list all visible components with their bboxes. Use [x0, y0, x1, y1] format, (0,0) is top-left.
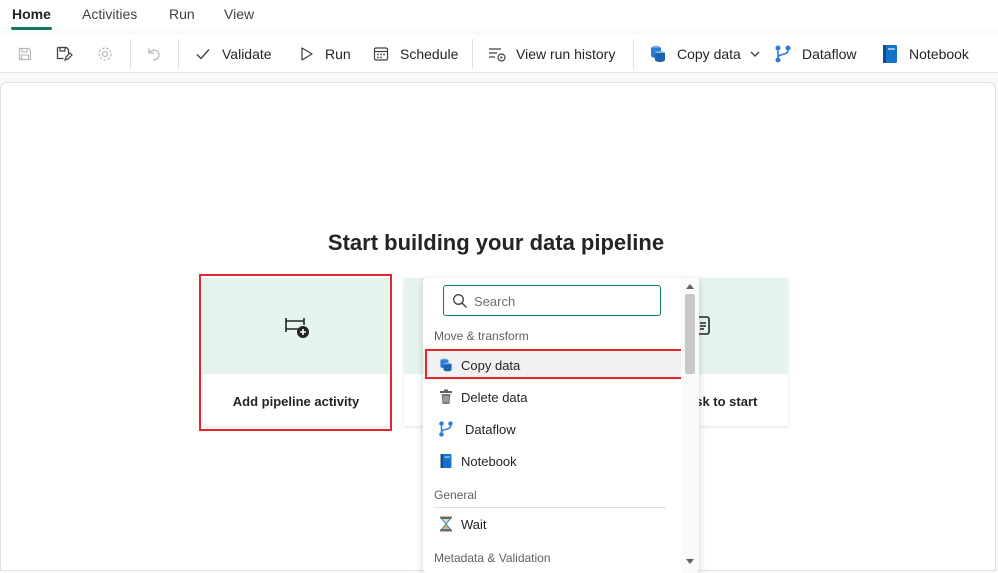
copy-data-label: Copy data: [677, 46, 741, 62]
trash-icon: [437, 388, 455, 406]
schedule-button[interactable]: Schedule: [370, 35, 458, 73]
toolbar-divider: [633, 39, 634, 69]
validate-label: Validate: [222, 46, 272, 62]
highlight-box: [425, 349, 683, 379]
tab-home[interactable]: Home: [12, 6, 51, 22]
search-icon: [452, 293, 468, 314]
menu-item-label: Dataflow: [465, 421, 516, 437]
view-run-history-button[interactable]: View run history: [486, 35, 615, 73]
card-header: [695, 278, 788, 374]
group-label-move-transform: Move & transform: [434, 329, 529, 343]
scroll-up-arrow[interactable]: [686, 284, 694, 289]
validate-button[interactable]: Validate: [192, 35, 272, 73]
ribbon-tabs: Home Activities Run View: [0, 0, 998, 30]
save-as-icon[interactable]: [53, 43, 75, 65]
checkmark-icon: [192, 43, 214, 65]
notebook-button[interactable]: Notebook: [879, 35, 969, 73]
tab-activities[interactable]: Activities: [82, 6, 137, 22]
page-title: Start building your data pipeline: [327, 230, 665, 255]
tab-run[interactable]: Run: [169, 6, 195, 22]
scroll-down-arrow[interactable]: [686, 559, 694, 564]
dropdown-scrollbar[interactable]: [681, 278, 699, 573]
highlight-box: [199, 274, 392, 431]
hourglass-icon: [437, 515, 455, 533]
task-card[interactable]: ask to start: [688, 278, 788, 426]
toolbar-divider: [130, 39, 131, 69]
run-history-icon: [486, 43, 508, 65]
run-button[interactable]: Run: [295, 35, 351, 73]
undo-icon[interactable]: [143, 43, 165, 65]
view-run-history-label: View run history: [516, 46, 616, 62]
schedule-label: Schedule: [400, 46, 459, 62]
menu-item-delete-data[interactable]: Delete data: [423, 382, 681, 412]
menu-item-label: Wait: [461, 516, 487, 532]
run-label: Run: [325, 46, 351, 62]
settings-icon[interactable]: [94, 43, 116, 65]
active-tab-indicator: [11, 27, 52, 30]
search-placeholder: Search: [474, 294, 516, 309]
dataflow-icon: [772, 43, 794, 65]
template-card[interactable]: [404, 278, 424, 426]
chevron-down-icon[interactable]: [749, 48, 761, 60]
dataflow-button[interactable]: Dataflow: [772, 35, 856, 73]
tab-view[interactable]: View: [224, 6, 254, 22]
notebook-label: Notebook: [909, 46, 969, 62]
notebook-icon: [879, 43, 901, 65]
group-divider: [434, 507, 666, 508]
toolbar-divider: [472, 39, 473, 69]
group-label-general: General: [434, 488, 477, 502]
activity-dropdown: Search Move & transform Copy data Delete…: [423, 278, 699, 573]
toolbar-divider: [178, 39, 179, 69]
menu-item-label: Notebook: [461, 453, 517, 469]
search-input[interactable]: Search: [443, 285, 661, 316]
scroll-thumb[interactable]: [685, 294, 695, 374]
save-icon[interactable]: [14, 43, 36, 65]
copy-data-button[interactable]: Copy data: [647, 35, 761, 73]
menu-item-label: Delete data: [461, 389, 528, 405]
dataflow-label: Dataflow: [802, 46, 857, 62]
play-icon: [295, 43, 317, 65]
toolbar: Validate Run Schedule View run history C…: [0, 35, 998, 73]
copy-data-icon: [647, 43, 669, 65]
card-header: [404, 278, 424, 374]
menu-item-notebook[interactable]: Notebook: [423, 446, 681, 476]
card-label: ask to start: [688, 394, 758, 409]
notebook-icon: [437, 452, 455, 470]
group-label-metadata-validation: Metadata & Validation: [434, 551, 551, 565]
dataflow-icon: [437, 420, 455, 438]
menu-item-wait[interactable]: Wait: [423, 509, 681, 539]
menu-item-dataflow[interactable]: Dataflow: [423, 414, 681, 444]
calendar-icon: [370, 43, 392, 65]
